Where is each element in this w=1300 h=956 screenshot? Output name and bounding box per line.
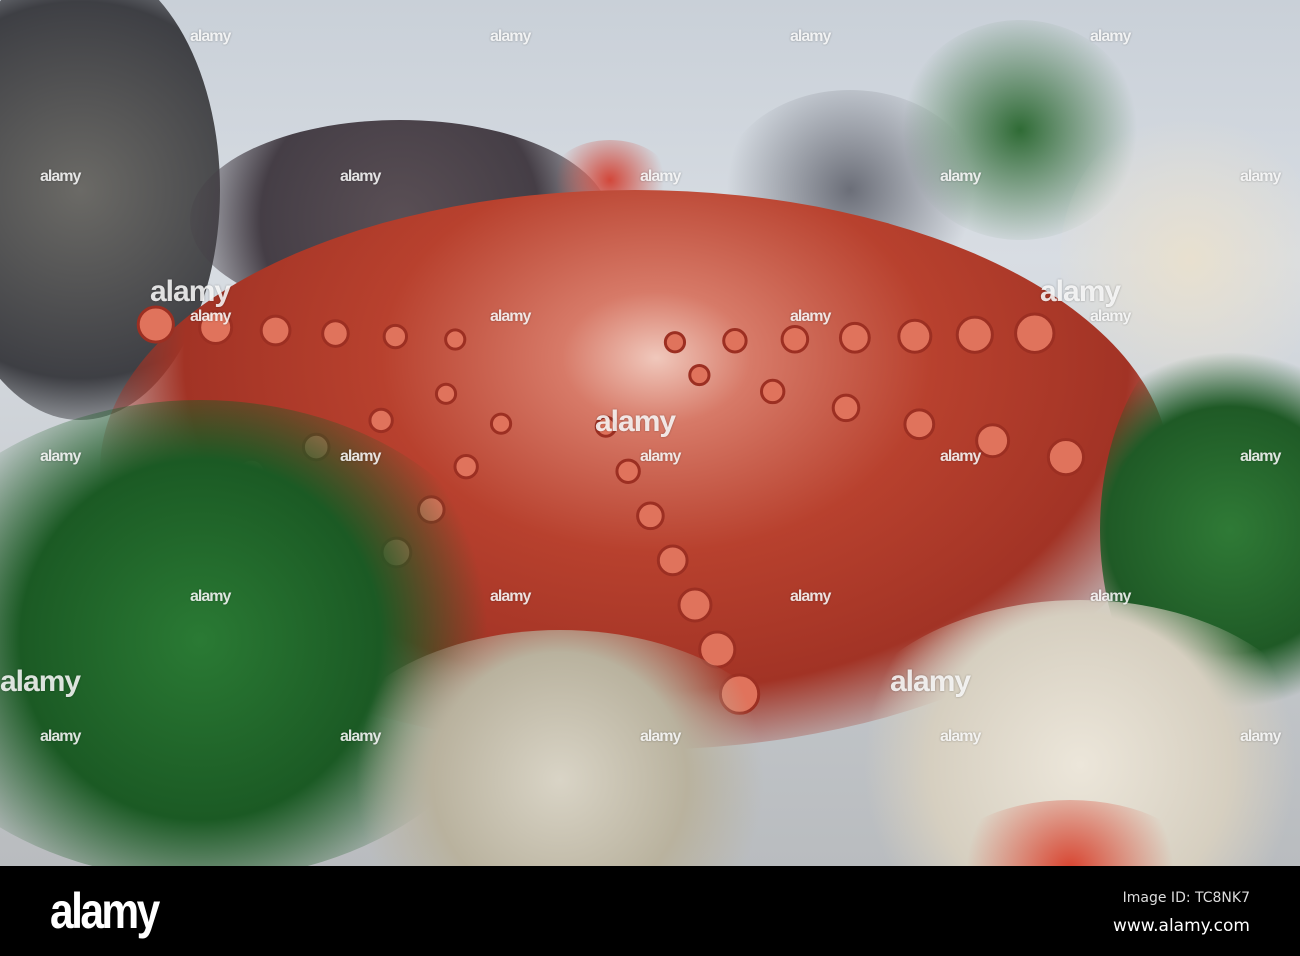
sucker (955, 315, 994, 354)
watermark-small: alamy (940, 448, 981, 465)
sucker (136, 305, 175, 344)
watermark-small: alamy (1240, 728, 1281, 745)
watermark-small: alamy (340, 448, 381, 465)
sucker (453, 453, 479, 480)
watermark: alamy (150, 275, 231, 308)
sucker (656, 544, 689, 577)
watermark-small: alamy (340, 168, 381, 185)
watermark-small: alamy (640, 448, 681, 465)
sucker (903, 408, 936, 441)
sucker (615, 458, 641, 484)
watermark-small: alamy (1090, 28, 1131, 45)
alamy-logo[interactable]: alamy (50, 882, 160, 940)
octopus-photo: alamy alamy alamy alamy alamy alamy alamy alamy… (0, 0, 1300, 866)
watermark-small: alamy (190, 308, 231, 325)
stock-photo: alamy alamy alamy alamy alamy alamy alamy alamy… (0, 0, 1300, 956)
watermark-small: alamy (340, 728, 381, 745)
sucker (688, 363, 711, 387)
watermark-small: alamy (640, 728, 681, 745)
sucker (1046, 437, 1086, 477)
sucker (897, 318, 933, 354)
watermark: alamy (1040, 275, 1121, 308)
watermark-small: alamy (490, 28, 531, 45)
footer-bar: alamy Image ID: TC8NK7 www.alamy.com (0, 866, 1300, 956)
sucker (444, 328, 467, 351)
watermark-small: alamy (790, 308, 831, 325)
watermark-small: alamy (40, 168, 81, 185)
watermark-small: alamy (1090, 588, 1131, 605)
sucker (368, 407, 394, 434)
watermark-small: alamy (640, 168, 681, 185)
sucker (382, 323, 409, 350)
sucker (975, 423, 1011, 459)
watermark: alamy (0, 665, 81, 698)
sucker (722, 328, 748, 354)
watermark-small: alamy (790, 588, 831, 605)
watermark-small: alamy (40, 448, 81, 465)
sucker (831, 393, 861, 423)
watermark-small: alamy (1240, 448, 1281, 465)
watermark-small: alamy (190, 588, 231, 605)
sucker (489, 412, 513, 435)
watermark-small: alamy (490, 308, 531, 325)
watermark-small: alamy (1090, 308, 1131, 325)
sucker (434, 382, 458, 405)
image-id: Image ID: TC8NK7 (1122, 890, 1250, 906)
sucker (838, 321, 871, 354)
watermark: alamy (890, 665, 971, 698)
watermark-small: alamy (940, 728, 981, 745)
sucker (1014, 312, 1056, 354)
watermark-small: alamy (490, 588, 531, 605)
watermark-small: alamy (40, 728, 81, 745)
sucker (321, 319, 350, 348)
website-link[interactable]: www.alamy.com (1113, 916, 1250, 936)
sucker (780, 324, 810, 354)
sucker (259, 314, 292, 347)
sucker (663, 331, 687, 354)
sucker (636, 501, 665, 531)
sucker (759, 378, 786, 405)
watermark-small: alamy (190, 28, 231, 45)
sucker (677, 587, 713, 623)
watermark-small: alamy (790, 28, 831, 45)
watermark: alamy (595, 405, 676, 438)
watermark-small: alamy (940, 168, 981, 185)
watermark-small: alamy (1240, 168, 1281, 185)
